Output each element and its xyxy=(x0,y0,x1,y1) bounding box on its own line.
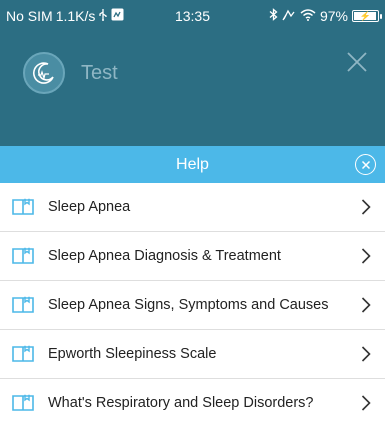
help-item-label: Sleep Apnea Diagnosis & Treatment xyxy=(48,248,281,264)
help-item-label: Sleep Apnea Signs, Symptoms and Causes xyxy=(48,297,329,313)
status-right: 97% ⚡ xyxy=(269,8,382,24)
help-list: Sleep Apnea Sleep Apnea Diagnosis & Trea… xyxy=(0,183,385,425)
chevron-right-icon xyxy=(361,297,371,318)
battery-percent: 97% xyxy=(319,8,348,24)
book-icon xyxy=(12,394,34,417)
app-header: Test xyxy=(0,36,385,146)
chevron-right-icon xyxy=(361,199,371,220)
book-icon xyxy=(12,345,34,368)
help-item-label: Sleep Apnea xyxy=(48,199,131,215)
alarm-icon xyxy=(282,8,296,24)
chevron-right-icon xyxy=(361,346,371,367)
help-item-epworth-scale[interactable]: Epworth Sleepiness Scale xyxy=(0,330,385,379)
help-item-sleep-apnea[interactable]: Sleep Apnea xyxy=(0,183,385,232)
chevron-right-icon xyxy=(361,395,371,416)
help-item-sleep-apnea-diagnosis[interactable]: Sleep Apnea Diagnosis & Treatment xyxy=(0,232,385,281)
book-icon xyxy=(12,247,34,270)
book-icon xyxy=(12,296,34,319)
chevron-right-icon xyxy=(361,248,371,269)
bluetooth-icon xyxy=(269,8,278,24)
moon-sleep-logo-icon xyxy=(23,52,65,94)
wifi-icon xyxy=(300,8,316,24)
help-item-label: What's Respiratory and Sleep Disorders? xyxy=(48,395,314,411)
help-item-label: Epworth Sleepiness Scale xyxy=(48,346,217,362)
help-bar: Help xyxy=(0,146,385,183)
close-icon[interactable] xyxy=(341,46,373,78)
help-item-sleep-apnea-signs[interactable]: Sleep Apnea Signs, Symptoms and Causes xyxy=(0,281,385,330)
circle-close-icon[interactable] xyxy=(355,154,376,175)
app-title: Test xyxy=(81,62,118,84)
status-bar: No SIM 1.1K/s 13:35 97% ⚡ xyxy=(0,0,385,36)
battery-icon: ⚡ xyxy=(352,10,382,22)
book-icon xyxy=(12,198,34,221)
help-item-respiratory-disorders[interactable]: What's Respiratory and Sleep Disorders? xyxy=(0,379,385,425)
help-title: Help xyxy=(176,156,209,173)
